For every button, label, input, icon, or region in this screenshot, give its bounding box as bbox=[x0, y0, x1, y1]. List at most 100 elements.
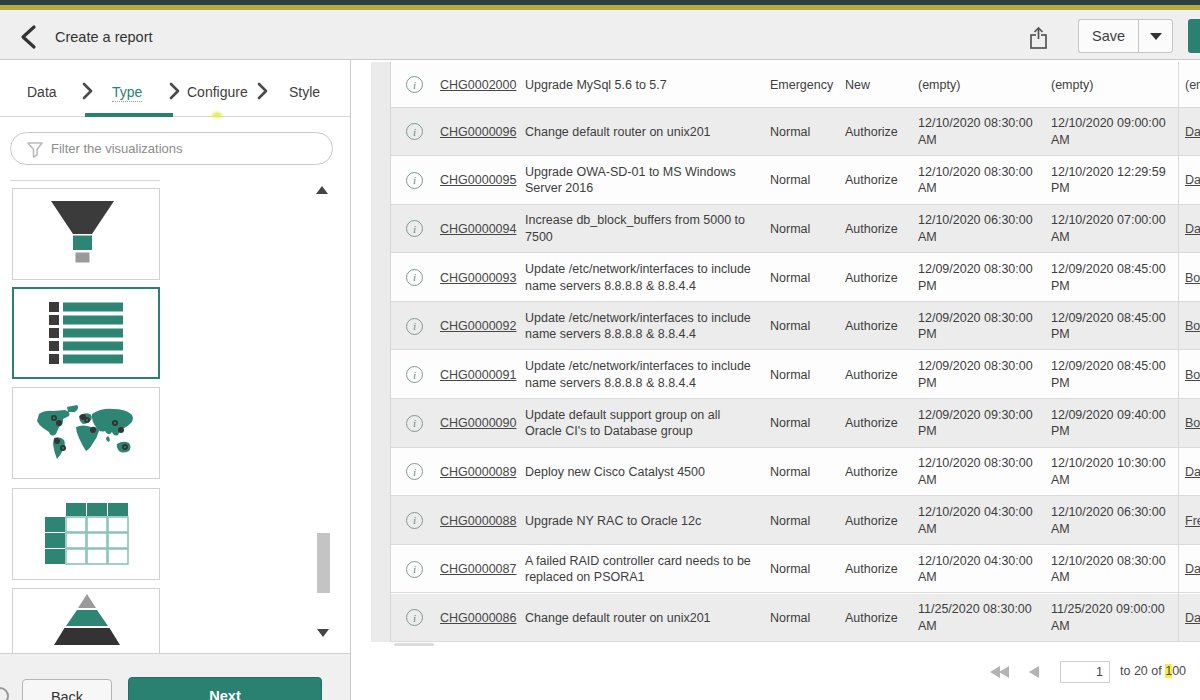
chevron-right-icon bbox=[80, 82, 94, 100]
planned-end-date: (empty) bbox=[1051, 77, 1167, 94]
viz-option-pyramid[interactable] bbox=[12, 588, 160, 653]
priority-value: Normal bbox=[770, 513, 840, 530]
tab-divider bbox=[0, 116, 351, 117]
info-circle-icon[interactable]: i bbox=[406, 318, 436, 335]
scrollbar-thumb[interactable] bbox=[317, 533, 330, 593]
state-value: Authorize bbox=[845, 367, 915, 384]
assigned-to-link[interactable]: Bow bbox=[1185, 318, 1200, 335]
assigned-to-link[interactable]: Dav bbox=[1185, 610, 1200, 627]
assigned-to-link[interactable]: Bow bbox=[1185, 415, 1200, 432]
record-list-area: iCHG0002000Upgrade MySql 5.6 to 5.7Emerg… bbox=[351, 60, 1200, 700]
state-value: Authorize bbox=[845, 464, 915, 481]
state-value: Authorize bbox=[845, 221, 915, 238]
planned-end-date: 12/09/2020 08:45:00PM bbox=[1051, 261, 1167, 294]
assigned-to-link[interactable]: Bow bbox=[1185, 270, 1200, 287]
viz-option-list[interactable] bbox=[12, 287, 160, 379]
viz-option-map[interactable] bbox=[12, 387, 160, 479]
save-button[interactable]: Save bbox=[1078, 19, 1138, 53]
record-number-link[interactable]: CHG0000095 bbox=[440, 172, 522, 189]
info-circle-icon[interactable]: i bbox=[406, 172, 436, 189]
info-circle-icon[interactable]: i bbox=[406, 123, 436, 140]
record-number-link[interactable]: CHG0000090 bbox=[440, 415, 522, 432]
record-number-link[interactable]: CHG0002000 bbox=[440, 77, 522, 94]
visualization-list bbox=[0, 170, 351, 653]
table-row: iCHG0000086Change default router on unix… bbox=[391, 594, 1200, 643]
priority-value: Normal bbox=[770, 464, 840, 481]
tab-configure[interactable]: Configure bbox=[187, 84, 248, 100]
share-icon[interactable] bbox=[1027, 26, 1051, 50]
record-number-link[interactable]: CHG0000096 bbox=[440, 124, 522, 141]
next-button[interactable]: Next bbox=[128, 677, 322, 700]
record-number-link[interactable]: CHG0000092 bbox=[440, 318, 522, 335]
filter-visualizations-input[interactable] bbox=[51, 134, 326, 162]
planned-start-date: 12/09/2020 08:30:00PM bbox=[918, 358, 1034, 391]
info-circle-icon[interactable]: i bbox=[406, 609, 436, 626]
pagination-range-label: to 20 of 100 bbox=[1120, 664, 1186, 678]
active-tab-underline bbox=[85, 113, 173, 117]
report-wizard-panel: Data Type Configure Style bbox=[0, 60, 351, 700]
record-number-link[interactable]: CHG0000086 bbox=[440, 610, 522, 627]
table-row: iCHG0000087A failed RAID controller card… bbox=[391, 545, 1200, 594]
tab-style[interactable]: Style bbox=[289, 84, 320, 100]
click-highlight-artifact bbox=[212, 112, 222, 118]
tab-data[interactable]: Data bbox=[27, 84, 57, 100]
scroll-down-arrow-icon[interactable] bbox=[317, 629, 331, 640]
assigned-to-link[interactable]: Dav bbox=[1185, 221, 1200, 238]
save-split-button: Save bbox=[1078, 19, 1173, 53]
planned-start-date: 12/09/2020 09:30:00PM bbox=[918, 407, 1034, 440]
info-circle-icon[interactable]: i bbox=[406, 366, 436, 383]
short-description: Change default router on unix201 bbox=[525, 610, 761, 627]
assigned-to-link[interactable]: Bow bbox=[1185, 367, 1200, 384]
assigned-to-link[interactable]: Dav bbox=[1185, 561, 1200, 578]
caret-down-icon bbox=[1150, 33, 1162, 40]
planned-end-date: 12/10/2020 09:00:00AM bbox=[1051, 115, 1167, 148]
back-button[interactable]: Back bbox=[22, 679, 112, 700]
page-number-input[interactable] bbox=[1060, 661, 1110, 683]
save-dropdown-button[interactable] bbox=[1138, 19, 1173, 53]
pyramid-chart-icon bbox=[13, 589, 157, 653]
planned-end-date: 12/10/2020 08:30:00AM bbox=[1051, 553, 1167, 586]
tab-type[interactable]: Type bbox=[112, 84, 142, 102]
assigned-to-link: (em bbox=[1185, 77, 1200, 94]
planned-start-date: 12/10/2020 08:30:00AM bbox=[918, 164, 1034, 197]
previous-page-icon[interactable] bbox=[1029, 666, 1040, 679]
info-circle-icon[interactable]: i bbox=[406, 463, 436, 480]
priority-value: Normal bbox=[770, 610, 840, 627]
short-description: Change default router on unix201 bbox=[525, 124, 761, 141]
planned-start-date: (empty) bbox=[918, 77, 1034, 94]
info-circle-icon[interactable]: i bbox=[406, 269, 436, 286]
viz-option-funnel[interactable] bbox=[12, 188, 160, 280]
record-number-link[interactable]: CHG0000093 bbox=[440, 270, 522, 287]
info-circle-icon[interactable]: i bbox=[406, 561, 436, 578]
state-value: Authorize bbox=[845, 270, 915, 287]
assigned-to-link[interactable]: Dav bbox=[1185, 172, 1200, 189]
record-number-link[interactable]: CHG0000094 bbox=[440, 221, 522, 238]
app-header: Create a report Save bbox=[0, 10, 1200, 60]
record-number-link[interactable]: CHG0000088 bbox=[440, 513, 522, 530]
table-row: iCHG0000089Deploy new Cisco Catalyst 450… bbox=[391, 448, 1200, 497]
record-number-link[interactable]: CHG0000091 bbox=[440, 367, 522, 384]
short-description: Update /etc/network/interfaces to includ… bbox=[525, 261, 761, 294]
first-page-icon[interactable] bbox=[990, 666, 1012, 679]
back-chevron-icon[interactable] bbox=[16, 24, 44, 50]
priority-value: Normal bbox=[770, 124, 840, 141]
priority-value: Normal bbox=[770, 221, 840, 238]
run-button-partial[interactable] bbox=[1188, 19, 1200, 53]
info-circle-icon[interactable]: i bbox=[406, 415, 436, 432]
assigned-to-link[interactable]: Dav bbox=[1185, 124, 1200, 141]
assigned-to-link[interactable]: Dav bbox=[1185, 464, 1200, 481]
planned-start-date: 12/10/2020 04:30:00AM bbox=[918, 504, 1034, 537]
record-number-link[interactable]: CHG0000087 bbox=[440, 561, 522, 578]
priority-value: Normal bbox=[770, 561, 840, 578]
info-circle-icon[interactable]: i bbox=[406, 220, 436, 237]
scroll-up-arrow-icon[interactable] bbox=[316, 186, 330, 197]
record-number-link[interactable]: CHG0000089 bbox=[440, 464, 522, 481]
short-description: Deploy new Cisco Catalyst 4500 bbox=[525, 464, 761, 481]
info-circle-icon[interactable]: i bbox=[406, 512, 436, 529]
state-value: Authorize bbox=[845, 610, 915, 627]
viz-option-pivot[interactable] bbox=[12, 488, 160, 580]
assigned-to-link[interactable]: Fre bbox=[1185, 513, 1200, 530]
info-circle-icon[interactable]: i bbox=[406, 76, 436, 93]
planned-end-date: 12/09/2020 09:40:00PM bbox=[1051, 407, 1167, 440]
state-value: New bbox=[845, 77, 915, 94]
